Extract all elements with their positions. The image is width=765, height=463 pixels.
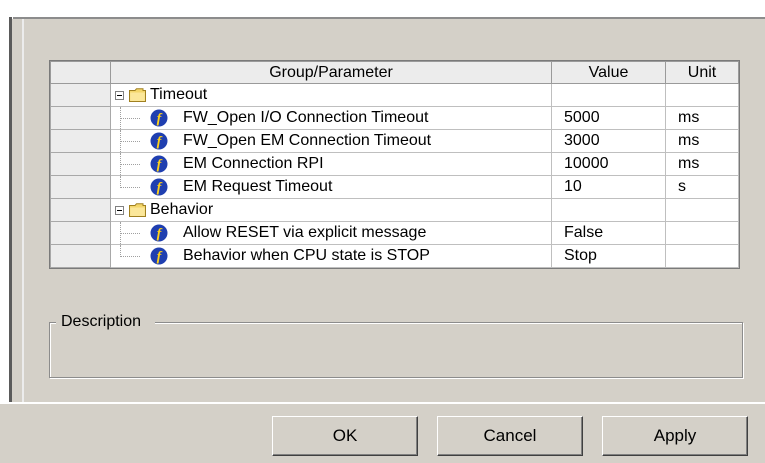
folder-icon: [129, 203, 146, 217]
button-bar: OK Cancel Apply: [0, 402, 765, 463]
ok-button[interactable]: OK: [272, 416, 418, 456]
parameter-function-icon: f: [150, 224, 168, 242]
tree-connector: [120, 222, 150, 244]
row-header[interactable]: [50, 221, 111, 245]
param-cell: f EM Request Timeout: [110, 175, 552, 199]
group-row-behavior[interactable]: Behavior: [50, 198, 739, 222]
param-unit: [665, 221, 739, 245]
parameter-grid: Group/Parameter Value Unit Timeout f FW_…: [49, 60, 740, 269]
group-label: Behavior: [150, 201, 214, 218]
param-row[interactable]: f FW_Open EM Connection Timeout 3000 ms: [50, 129, 739, 153]
param-value[interactable]: 10: [551, 175, 666, 199]
param-row[interactable]: f FW_Open I/O Connection Timeout 5000 ms: [50, 106, 739, 130]
param-cell: f FW_Open I/O Connection Timeout: [110, 106, 552, 130]
param-label: FW_Open EM Connection Timeout: [183, 132, 432, 149]
param-value[interactable]: 5000: [551, 106, 666, 130]
param-value[interactable]: False: [551, 221, 666, 245]
row-header[interactable]: [50, 106, 111, 130]
param-cell: f Allow RESET via explicit message: [110, 221, 552, 245]
row-header[interactable]: [50, 152, 111, 176]
param-label: Behavior when CPU state is STOP: [183, 247, 430, 264]
column-header-unit[interactable]: Unit: [665, 61, 739, 84]
row-header[interactable]: [50, 129, 111, 153]
param-unit: ms: [665, 152, 739, 176]
param-label: EM Connection RPI: [183, 155, 324, 172]
window-top-area: [0, 0, 765, 17]
folder-icon: [129, 88, 146, 102]
param-row[interactable]: f Allow RESET via explicit message False: [50, 221, 739, 245]
parameter-function-icon: f: [150, 247, 168, 265]
tree-connector: [120, 176, 150, 198]
param-unit: [665, 244, 739, 268]
apply-button[interactable]: Apply: [602, 416, 748, 456]
row-header-corner: [50, 61, 111, 84]
param-unit: ms: [665, 106, 739, 130]
group-unit-cell: [665, 198, 739, 222]
group-cell: Behavior: [110, 198, 552, 222]
param-cell: f FW_Open EM Connection Timeout: [110, 129, 552, 153]
group-label: Timeout: [150, 86, 208, 103]
parameter-function-icon: f: [150, 178, 168, 196]
param-label: Allow RESET via explicit message: [183, 224, 427, 241]
param-value[interactable]: 10000: [551, 152, 666, 176]
parameter-function-icon: f: [150, 132, 168, 150]
param-label: EM Request Timeout: [183, 178, 333, 195]
column-header-value[interactable]: Value: [551, 61, 666, 84]
group-unit-cell: [665, 83, 739, 107]
collapse-toggle-icon[interactable]: [115, 90, 124, 100]
column-header-group[interactable]: Group/Parameter: [110, 61, 552, 84]
param-cell: f Behavior when CPU state is STOP: [110, 244, 552, 268]
collapse-toggle-icon[interactable]: [115, 205, 124, 215]
group-cell: Timeout: [110, 83, 552, 107]
param-unit: ms: [665, 129, 739, 153]
param-row[interactable]: f EM Request Timeout 10 s: [50, 175, 739, 199]
param-value[interactable]: Stop: [551, 244, 666, 268]
row-header[interactable]: [50, 175, 111, 199]
group-value-cell: [551, 198, 666, 222]
param-cell: f EM Connection RPI: [110, 152, 552, 176]
param-unit: s: [665, 175, 739, 199]
tree-connector: [120, 245, 150, 267]
row-header[interactable]: [50, 244, 111, 268]
grid-header-row: Group/Parameter Value Unit: [50, 61, 739, 84]
row-header[interactable]: [50, 83, 111, 107]
param-value[interactable]: 3000: [551, 129, 666, 153]
group-value-cell: [551, 83, 666, 107]
group-row-timeout[interactable]: Timeout: [50, 83, 739, 107]
tree-connector: [120, 130, 150, 152]
row-header[interactable]: [50, 198, 111, 222]
parameter-function-icon: f: [150, 155, 168, 173]
tree-connector: [120, 107, 150, 129]
param-label: FW_Open I/O Connection Timeout: [183, 109, 429, 126]
param-row[interactable]: f EM Connection RPI 10000 ms: [50, 152, 739, 176]
tree-connector: [120, 153, 150, 175]
description-title: Description: [56, 313, 156, 331]
parameter-function-icon: f: [150, 109, 168, 127]
param-row[interactable]: f Behavior when CPU state is STOP Stop: [50, 244, 739, 268]
cancel-button[interactable]: Cancel: [437, 416, 583, 456]
